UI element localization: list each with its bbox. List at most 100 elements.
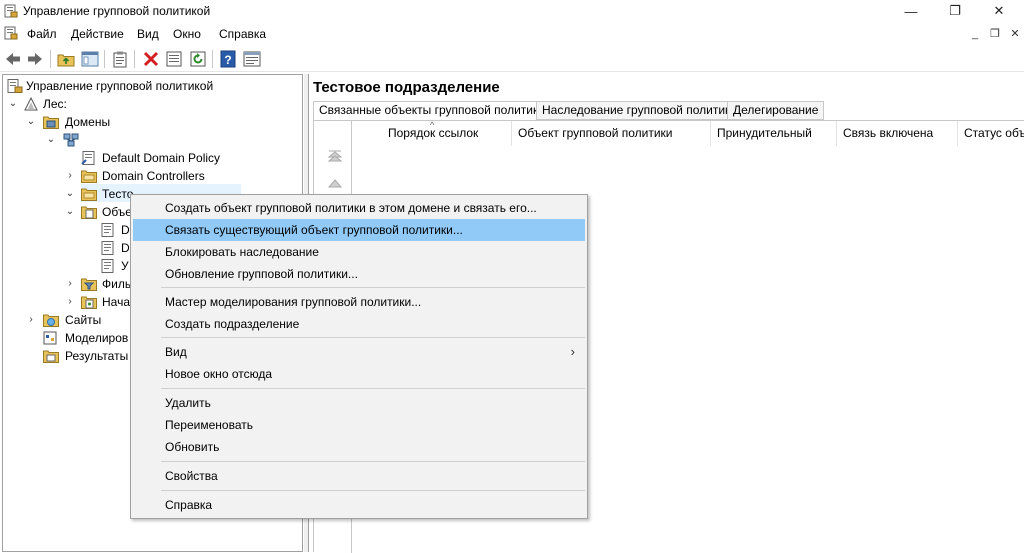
forest-icon [24, 97, 38, 111]
window-title: Управление групповой политикой [23, 4, 211, 18]
chevron-down-icon[interactable]: ⌄ [65, 203, 75, 221]
column-gpo-status[interactable]: Статус объ [958, 121, 1024, 146]
tree-item-domain[interactable]: ⌄ [3, 131, 302, 149]
toolbar-separator [134, 50, 135, 68]
console-view-icon[interactable] [243, 50, 261, 68]
move-up-icon[interactable] [328, 177, 342, 191]
gpo-link-icon [81, 151, 95, 165]
gpo-icon [101, 259, 114, 273]
gpo-container-icon [81, 206, 97, 219]
gpo-icon [101, 241, 114, 255]
tab-gp-inheritance[interactable]: Наследование групповой политики [536, 101, 743, 120]
toolbar: ? [0, 46, 1024, 72]
toolbar-separator [50, 50, 51, 68]
delete-icon[interactable] [142, 50, 160, 68]
results-icon [43, 350, 59, 363]
chevron-down-icon[interactable]: ⌄ [8, 95, 18, 113]
move-to-top-icon[interactable] [328, 149, 342, 163]
chevron-down-icon[interactable]: ⌄ [26, 113, 36, 131]
column-gpo[interactable]: Объект групповой политики [512, 121, 711, 146]
menu-item-block-inheritance[interactable]: Блокировать наследование [133, 241, 585, 263]
menu-item-help[interactable]: Справка [133, 494, 585, 516]
console-document-icon[interactable] [4, 26, 18, 40]
submenu-arrow-icon: › [570, 344, 575, 359]
menu-file[interactable]: Файл [27, 27, 57, 41]
ou-folder-icon [81, 170, 97, 183]
tree-item-label: Моделиров [65, 331, 129, 345]
chevron-right-icon[interactable]: › [65, 167, 75, 185]
menu-item-new-window[interactable]: Новое окно отсюда [133, 363, 585, 385]
modeling-icon [43, 331, 57, 345]
help-icon[interactable]: ? [219, 50, 237, 68]
menu-separator [161, 388, 585, 389]
menu-item-gp-modeling-wizard[interactable]: Мастер моделирования групповой политики.… [133, 291, 585, 313]
column-label: Принудительный [717, 126, 812, 140]
forward-icon[interactable] [26, 50, 44, 68]
chevron-right-icon[interactable]: › [65, 275, 75, 293]
tree-item-label: Default Domain Policy [102, 151, 221, 165]
menu-item-create-ou[interactable]: Создать подразделение [133, 313, 585, 335]
tree-item-label: Domain Controllers [102, 169, 205, 183]
menu-item-refresh[interactable]: Обновить [133, 436, 585, 458]
tab-delegation[interactable]: Делегирование [727, 101, 825, 120]
tree-item-label: Лес: [43, 97, 67, 111]
menu-action[interactable]: Действие [71, 27, 124, 41]
menu-separator [161, 461, 585, 462]
menu-item-delete[interactable]: Удалить [133, 392, 585, 414]
tree-item-label: Управление групповой политикой [26, 79, 214, 93]
tree-item-default-domain-policy[interactable]: Default Domain Policy [3, 149, 302, 167]
tree-item-label: Тесто [102, 187, 134, 201]
tree-item-label: Сайты [65, 313, 102, 327]
column-link-order[interactable]: ^ Порядок ссылок [352, 121, 512, 146]
menu-item-view[interactable]: Вид › [133, 341, 585, 363]
tree-item-label: Нача [102, 295, 131, 309]
maximize-button[interactable]: ❐ [932, 0, 978, 22]
sites-icon [43, 314, 59, 327]
tree-item-domain-controllers[interactable]: › Domain Controllers [3, 167, 302, 185]
menu-window[interactable]: Окно [173, 27, 201, 41]
tab-linked-gpos[interactable]: Связанные объекты групповой политики [313, 101, 551, 121]
menu-item-gp-update[interactable]: Обновление групповой политики... [133, 263, 585, 285]
title-bar: Управление групповой политикой — ❐ ✕ [0, 0, 1024, 22]
menu-item-properties[interactable]: Свойства [133, 465, 585, 487]
minimize-button[interactable]: — [888, 0, 934, 22]
gpo-icon [101, 223, 114, 237]
chevron-right-icon[interactable]: › [65, 293, 75, 311]
column-link-enabled[interactable]: Связь включена [837, 121, 958, 146]
menu-item-create-gpo-and-link[interactable]: Создать объект групповой политики в этом… [133, 197, 585, 219]
tree-item-gpm-root[interactable]: Управление групповой политикой [3, 77, 302, 95]
sort-ascending-icon: ^ [430, 121, 435, 130]
tree-item-label: Результаты [65, 349, 129, 363]
close-button[interactable]: ✕ [976, 0, 1022, 22]
chevron-down-icon[interactable]: ⌄ [65, 185, 75, 203]
menu-bar: Файл Действие Вид Окно Справка _ ❐ ✕ [0, 22, 1024, 44]
menu-item-link-existing-gpo[interactable]: Связать существующий объект групповой по… [133, 219, 585, 241]
column-enforced[interactable]: Принудительный [711, 121, 837, 146]
mdi-restore-button[interactable]: ❐ [988, 27, 1002, 40]
domain-icon [63, 133, 79, 147]
tree-item-forest[interactable]: ⌄ Лес: [3, 95, 302, 113]
chevron-right-icon[interactable]: › [26, 311, 36, 329]
properties-icon[interactable] [165, 50, 183, 68]
mdi-close-button[interactable]: ✕ [1008, 27, 1022, 40]
up-folder-icon[interactable] [57, 50, 75, 68]
tree-item-label: Филь [102, 277, 132, 291]
wmi-filter-icon [81, 278, 97, 291]
menu-view[interactable]: Вид [137, 27, 159, 41]
domains-folder-icon [43, 116, 59, 129]
column-label: Объект групповой политики [518, 126, 673, 140]
menu-separator [161, 337, 585, 338]
menu-help[interactable]: Справка [219, 27, 266, 41]
tree-item-label: Объе [102, 205, 132, 219]
back-icon[interactable] [4, 50, 22, 68]
refresh-icon[interactable] [189, 50, 207, 68]
clipboard-icon[interactable] [111, 50, 129, 68]
tree-item-domains[interactable]: ⌄ Домены [3, 113, 302, 131]
menu-item-rename[interactable]: Переименовать [133, 414, 585, 436]
mdi-minimize-button[interactable]: _ [968, 27, 982, 40]
column-label: Связь включена [843, 126, 934, 140]
menu-separator [161, 287, 585, 288]
chevron-down-icon[interactable]: ⌄ [46, 131, 56, 149]
show-hide-tree-icon[interactable] [81, 50, 99, 68]
context-menu: Создать объект групповой политики в этом… [130, 194, 588, 519]
